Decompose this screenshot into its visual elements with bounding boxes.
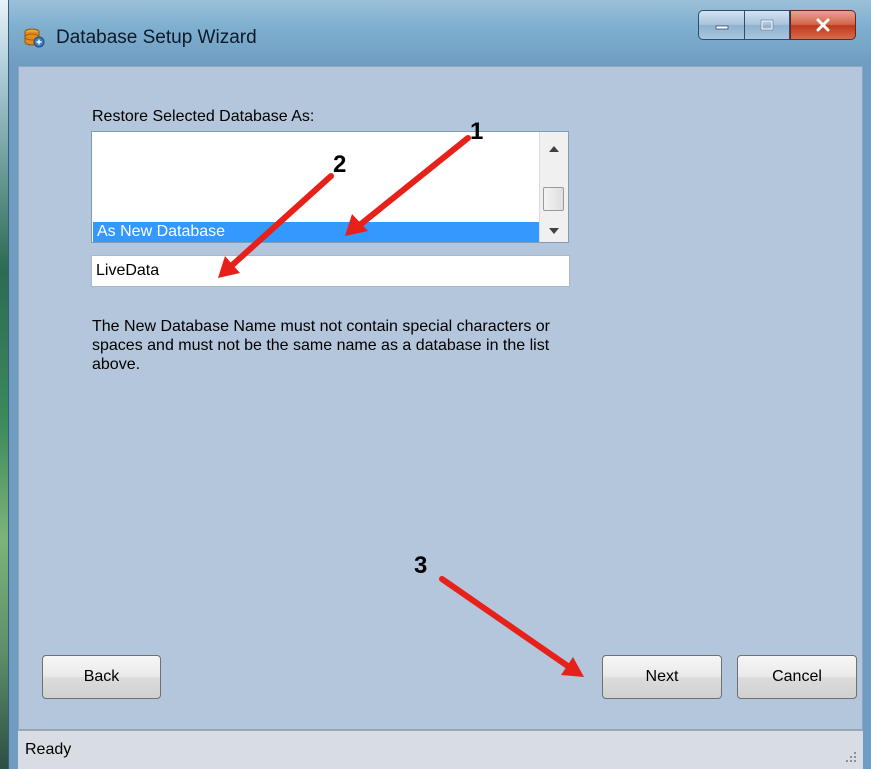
annotation-marker-1: 1: [470, 118, 484, 145]
list-scrollbar[interactable]: [539, 132, 568, 242]
restore-option-list[interactable]: As New Database: [91, 131, 569, 243]
window-controls: [698, 10, 856, 40]
maximize-button[interactable]: [744, 10, 790, 40]
close-button[interactable]: [790, 10, 856, 40]
wizard-content: Restore Selected Database As: As New Dat…: [18, 66, 863, 730]
naming-rules-text: The New Database Name must not contain s…: [92, 318, 550, 373]
status-bar: Ready: [18, 730, 863, 769]
wizard-window: Database Setup Wizard Restore Selected D…: [8, 0, 871, 769]
annotation-marker-2: 2: [333, 151, 347, 178]
scroll-thumb[interactable]: [543, 187, 564, 211]
minimize-icon: [715, 25, 728, 30]
annotation-marker-3: 3: [414, 552, 428, 579]
status-text: Ready: [25, 741, 72, 758]
chevron-up-icon: [549, 146, 559, 152]
resize-grip-icon[interactable]: [843, 749, 857, 763]
window-title: Database Setup Wizard: [56, 27, 257, 48]
restore-as-label: Restore Selected Database As:: [92, 108, 315, 125]
cancel-button[interactable]: Cancel: [737, 655, 857, 699]
new-database-name-input[interactable]: [91, 255, 570, 287]
list-item-as-new-database[interactable]: As New Database: [93, 222, 539, 242]
next-button[interactable]: Next: [602, 655, 722, 699]
scroll-down-button[interactable]: [540, 220, 568, 242]
back-button[interactable]: Back: [42, 655, 161, 699]
screenshot: Database Setup Wizard Restore Selected D…: [0, 0, 871, 769]
close-icon: [816, 18, 830, 32]
title-bar[interactable]: Database Setup Wizard: [9, 0, 871, 66]
maximize-icon: [760, 19, 774, 31]
chevron-down-icon: [549, 228, 559, 234]
scroll-up-button[interactable]: [540, 138, 568, 160]
database-wizard-icon: [24, 28, 45, 48]
minimize-button[interactable]: [698, 10, 744, 40]
